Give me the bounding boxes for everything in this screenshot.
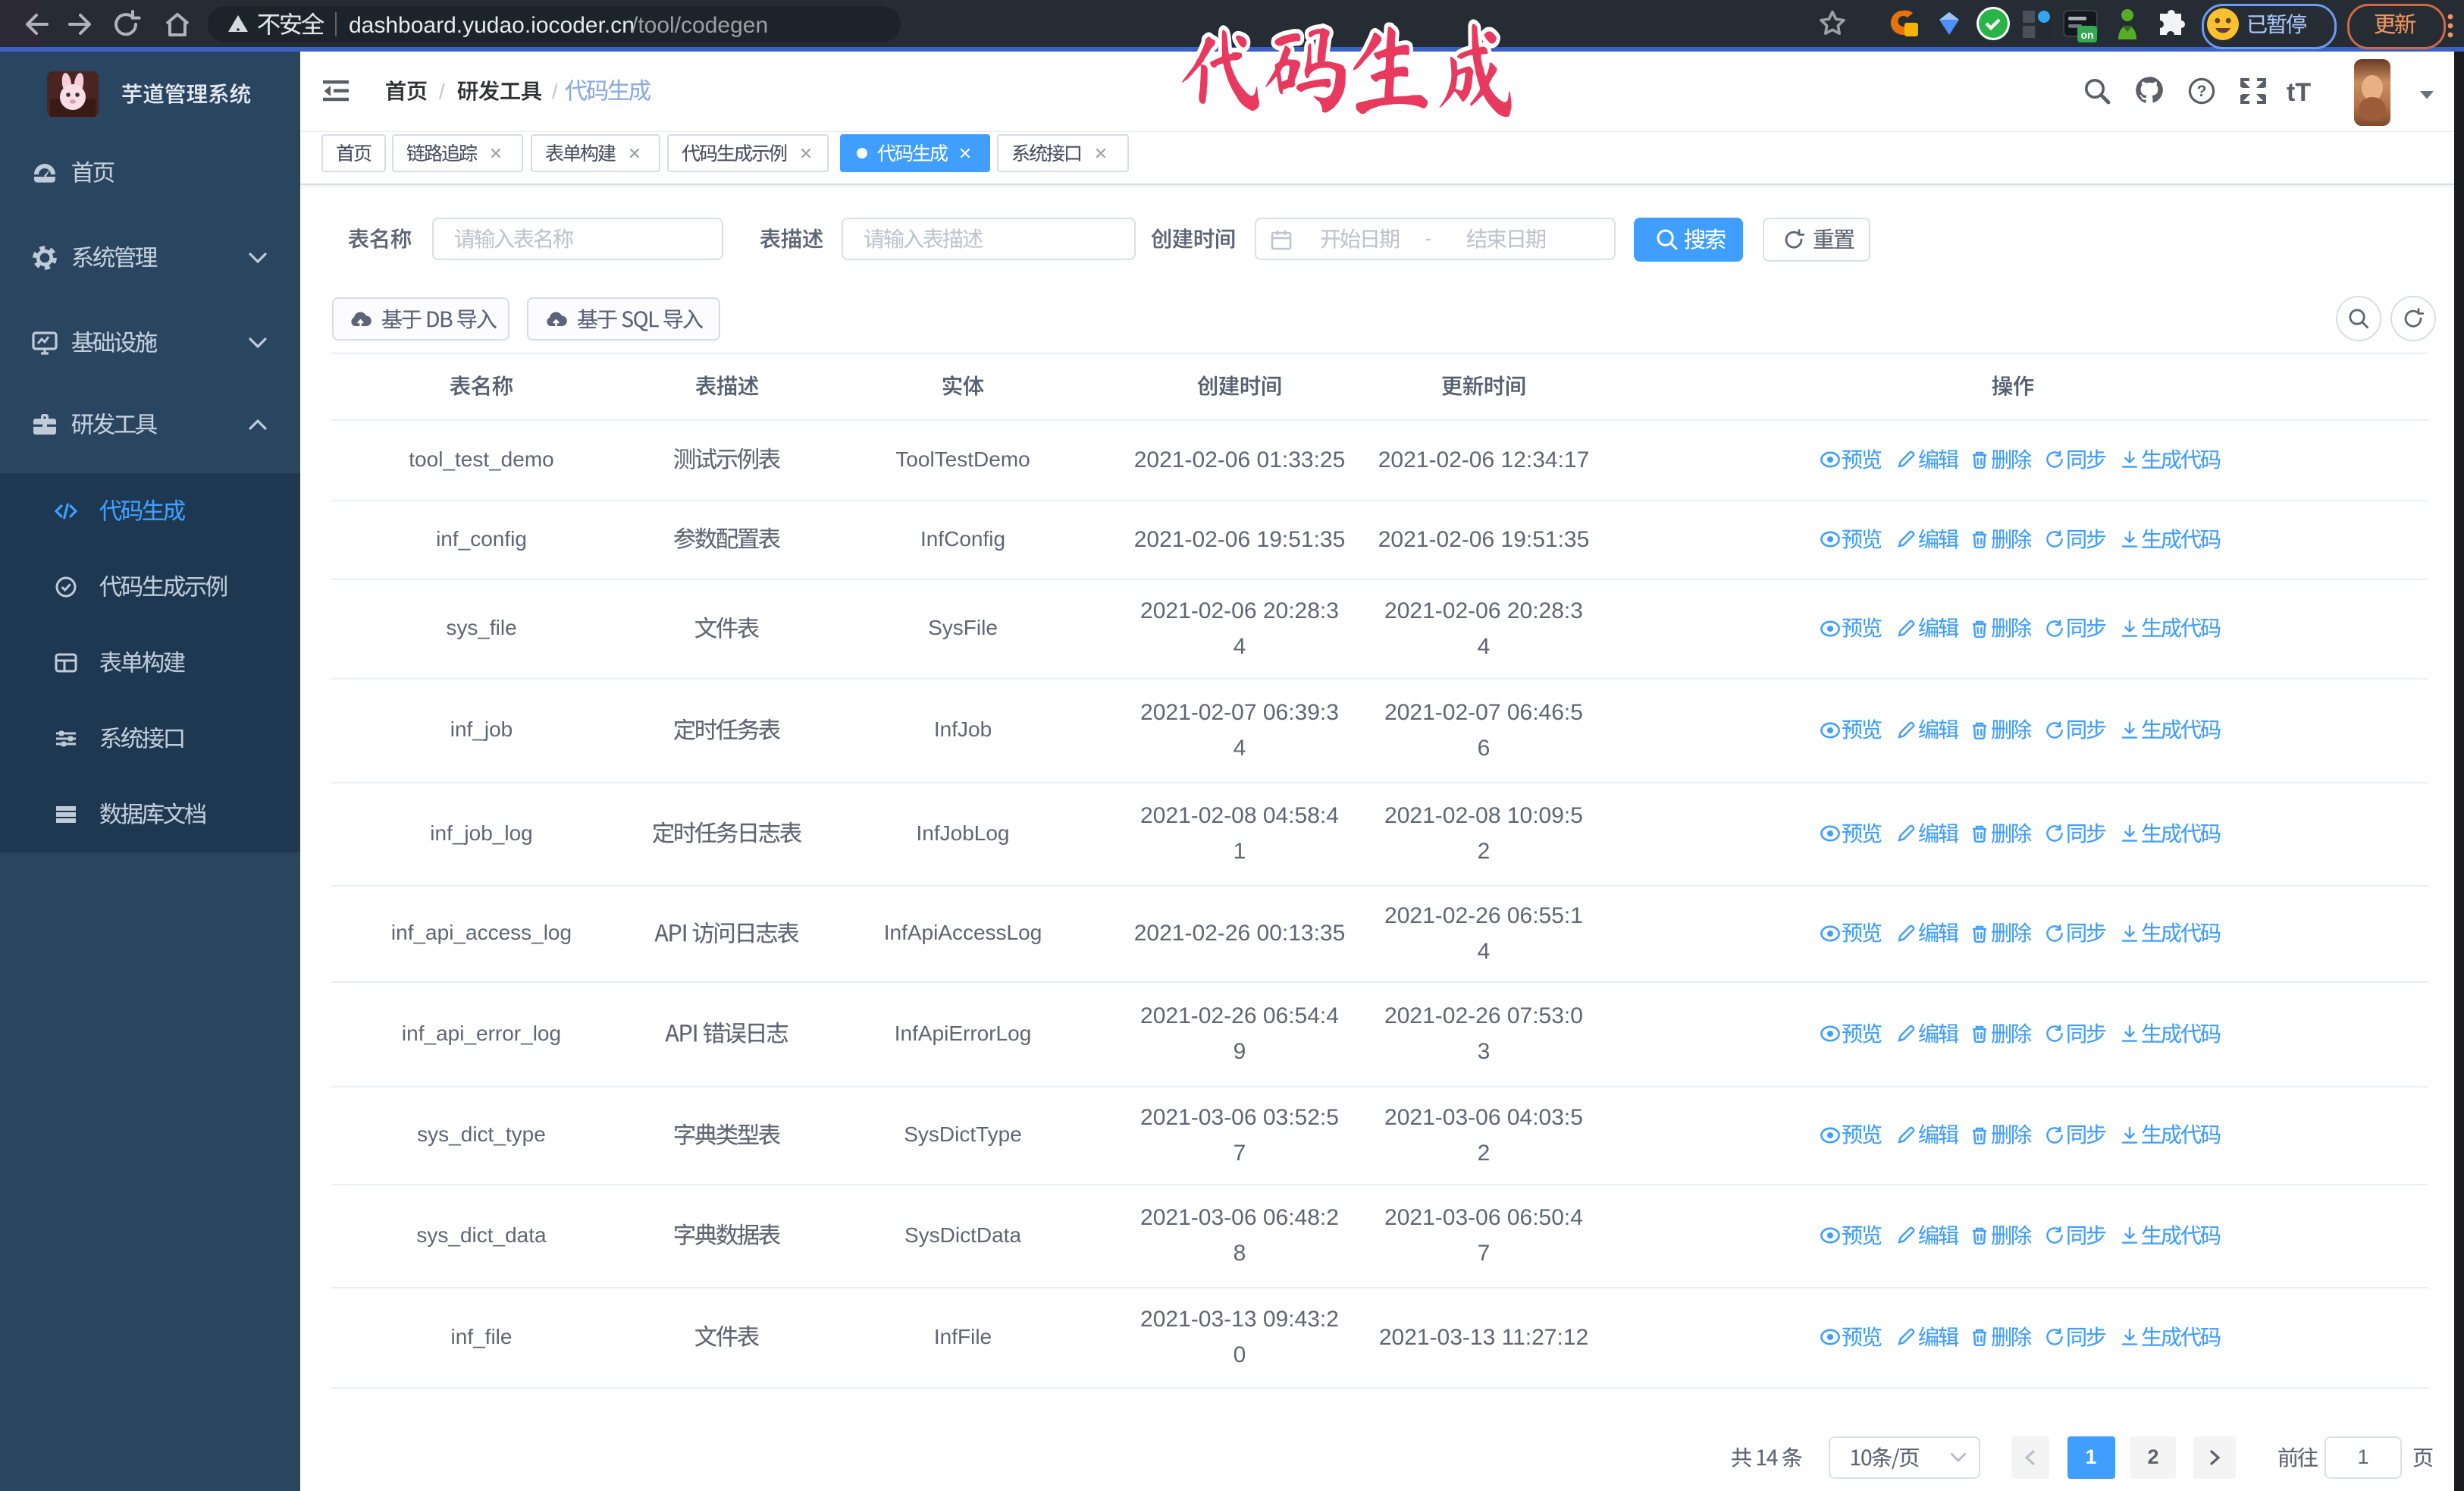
svg-text:on: on [2080, 29, 2093, 41]
svg-text:?: ? [2197, 83, 2207, 100]
